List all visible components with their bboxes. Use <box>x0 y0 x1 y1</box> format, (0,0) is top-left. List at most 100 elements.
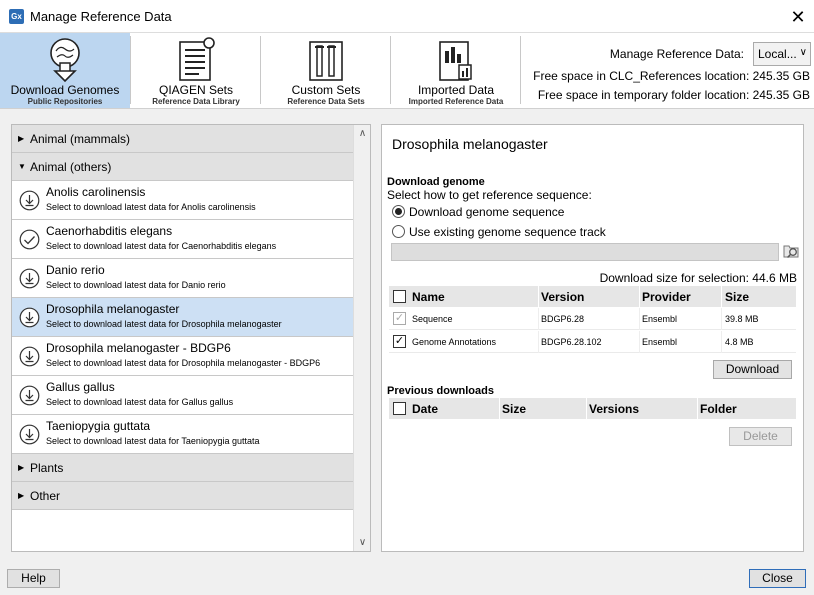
list-item-name: Gallus gallus <box>46 380 115 394</box>
list-item[interactable]: Taeniopygia guttata Select to download l… <box>12 415 353 454</box>
chevron-down-icon: ▼ <box>18 162 26 171</box>
row-provider: Ensembl <box>642 314 678 324</box>
custom-sets-label: Custom Sets <box>291 83 361 97</box>
list-item-name: Drosophila melanogaster - BDGP6 <box>46 341 231 355</box>
scroll-up-icon[interactable]: ∧ <box>354 125 370 142</box>
column-divider <box>639 286 640 307</box>
window-close-icon[interactable]: ✕ <box>784 4 812 30</box>
download-genomes-label: Download Genomes <box>10 83 120 97</box>
list-item-desc: Select to download latest data for Danio… <box>46 280 226 290</box>
col-folder: Folder <box>700 402 737 416</box>
list-item-desc: Select to download latest data for Gallu… <box>46 397 234 407</box>
qiagen-sets-button[interactable]: QIAGEN Sets Reference Data Library <box>131 33 261 108</box>
column-divider <box>639 331 640 353</box>
col-size: Size <box>502 402 527 416</box>
download-sequence-radio[interactable] <box>392 205 405 218</box>
chevron-right-icon: ▶ <box>18 463 25 472</box>
group-label: Plants <box>30 461 64 475</box>
imported-data-button[interactable]: Imported Data Imported Reference Data <box>391 33 521 108</box>
help-button[interactable]: Help <box>7 569 60 588</box>
column-divider <box>721 331 722 353</box>
download-genomes-button[interactable]: Download Genomes Public Repositories <box>0 33 130 108</box>
column-divider <box>538 331 539 353</box>
column-divider <box>721 286 722 307</box>
group-label: Animal (mammals) <box>30 132 131 146</box>
column-divider <box>538 308 539 330</box>
previous-downloads-header: Date Size Versions Folder <box>389 398 796 419</box>
qiagen-sets-label: QIAGEN Sets <box>158 83 234 97</box>
col-provider: Provider <box>642 290 691 304</box>
row-checkbox[interactable]: ✓ <box>393 335 406 348</box>
download-genomes-icon <box>50 38 80 83</box>
list-item-desc: Select to download latest data for Anoli… <box>46 202 256 212</box>
table-row: ✓ Genome Annotations BDGP6.28.102 Ensemb… <box>389 331 796 353</box>
select-all-previous-checkbox[interactable] <box>393 402 406 415</box>
qiagen-sets-sublabel: Reference Data Library <box>152 97 240 106</box>
download-genomes-sublabel: Public Repositories <box>27 97 103 106</box>
custom-sets-icon <box>309 41 343 81</box>
existing-track-label: Use existing genome sequence track <box>409 225 606 239</box>
toolbar: Download Genomes Public Repositories QIA… <box>0 33 814 109</box>
list-item-selected[interactable]: Drosophila melanogaster Select to downlo… <box>12 298 353 337</box>
imported-data-icon <box>439 41 472 81</box>
browse-track-icon[interactable] <box>782 242 800 260</box>
column-divider <box>538 286 539 307</box>
list-item-desc: Select to download latest data for Droso… <box>46 319 282 329</box>
existing-track-radio[interactable] <box>392 225 405 238</box>
row-size: 39.8 MB <box>725 314 759 324</box>
window-title: Manage Reference Data <box>30 9 172 24</box>
list-item[interactable]: Danio rerio Select to download latest da… <box>12 259 353 298</box>
imported-data-label: Imported Data <box>417 83 495 97</box>
group-animal-mammals[interactable]: ▶ Animal (mammals) <box>12 125 353 153</box>
close-button[interactable]: Close <box>749 569 806 588</box>
group-plants[interactable]: ▶ Plants <box>12 454 353 482</box>
qiagen-sets-icon <box>179 37 215 81</box>
select-all-checkbox[interactable] <box>393 290 406 303</box>
list-item-name: Danio rerio <box>46 263 105 277</box>
custom-sets-button[interactable]: Custom Sets Reference Data Sets <box>261 33 391 108</box>
free-space-temp: Free space in temporary folder location:… <box>537 88 810 102</box>
list-item[interactable]: Caenorhabditis elegans Select to downloa… <box>12 220 353 259</box>
column-divider <box>697 398 698 419</box>
check-circle-icon <box>19 229 40 250</box>
manage-reference-data-select[interactable]: Local... ∨ <box>753 42 811 66</box>
list-item-name: Taeniopygia guttata <box>46 419 151 433</box>
group-other[interactable]: ▶ Other <box>12 482 353 510</box>
column-divider <box>499 398 500 419</box>
download-button[interactable]: Download <box>713 360 792 379</box>
manage-reference-data-label: Manage Reference Data: <box>609 47 744 61</box>
genome-table-header: Name Version Provider Size <box>389 286 796 307</box>
select-how-label: Select how to get reference sequence: <box>387 188 592 202</box>
list-item-desc: Select to download latest data for Caeno… <box>46 241 277 251</box>
list-item-name: Anolis carolinensis <box>46 185 146 199</box>
scroll-down-icon[interactable]: ∨ <box>354 534 370 551</box>
list-item[interactable]: Anolis carolinensis Select to download l… <box>12 181 353 220</box>
chevron-right-icon: ▶ <box>18 134 25 143</box>
delete-button[interactable]: Delete <box>729 427 792 446</box>
col-version: Version <box>541 290 585 304</box>
row-provider: Ensembl <box>642 337 678 347</box>
list-item[interactable]: Gallus gallus Select to download latest … <box>12 376 353 415</box>
download-icon <box>19 424 40 445</box>
list-item-desc: Select to download latest data for Droso… <box>46 358 321 368</box>
col-size: Size <box>725 290 750 304</box>
group-animal-others[interactable]: ▼ Animal (others) <box>12 153 353 181</box>
download-sequence-label: Download genome sequence <box>409 205 565 219</box>
manage-reference-data-value: Local... <box>758 47 797 61</box>
chevron-right-icon: ▶ <box>18 491 25 500</box>
custom-sets-sublabel: Reference Data Sets <box>287 97 365 106</box>
list-scrollbar[interactable]: ∧ ∨ <box>353 125 370 551</box>
title-bar: Gx Manage Reference Data ✕ <box>0 0 814 33</box>
row-version: BDGP6.28.102 <box>541 337 602 347</box>
chevron-down-icon: ∨ <box>799 47 807 58</box>
toolbar-divider <box>520 36 521 104</box>
download-icon <box>19 190 40 211</box>
list-item-name: Caenorhabditis elegans <box>46 224 173 238</box>
col-versions: Versions <box>589 402 640 416</box>
list-item[interactable]: Drosophila melanogaster - BDGP6 Select t… <box>12 337 353 376</box>
group-label: Animal (others) <box>30 160 112 174</box>
column-divider <box>639 308 640 330</box>
sequence-track-input[interactable] <box>391 243 779 261</box>
genome-detail-panel: Drosophila melanogaster Download genome … <box>381 124 804 552</box>
row-checkbox: ✓ <box>393 312 406 325</box>
